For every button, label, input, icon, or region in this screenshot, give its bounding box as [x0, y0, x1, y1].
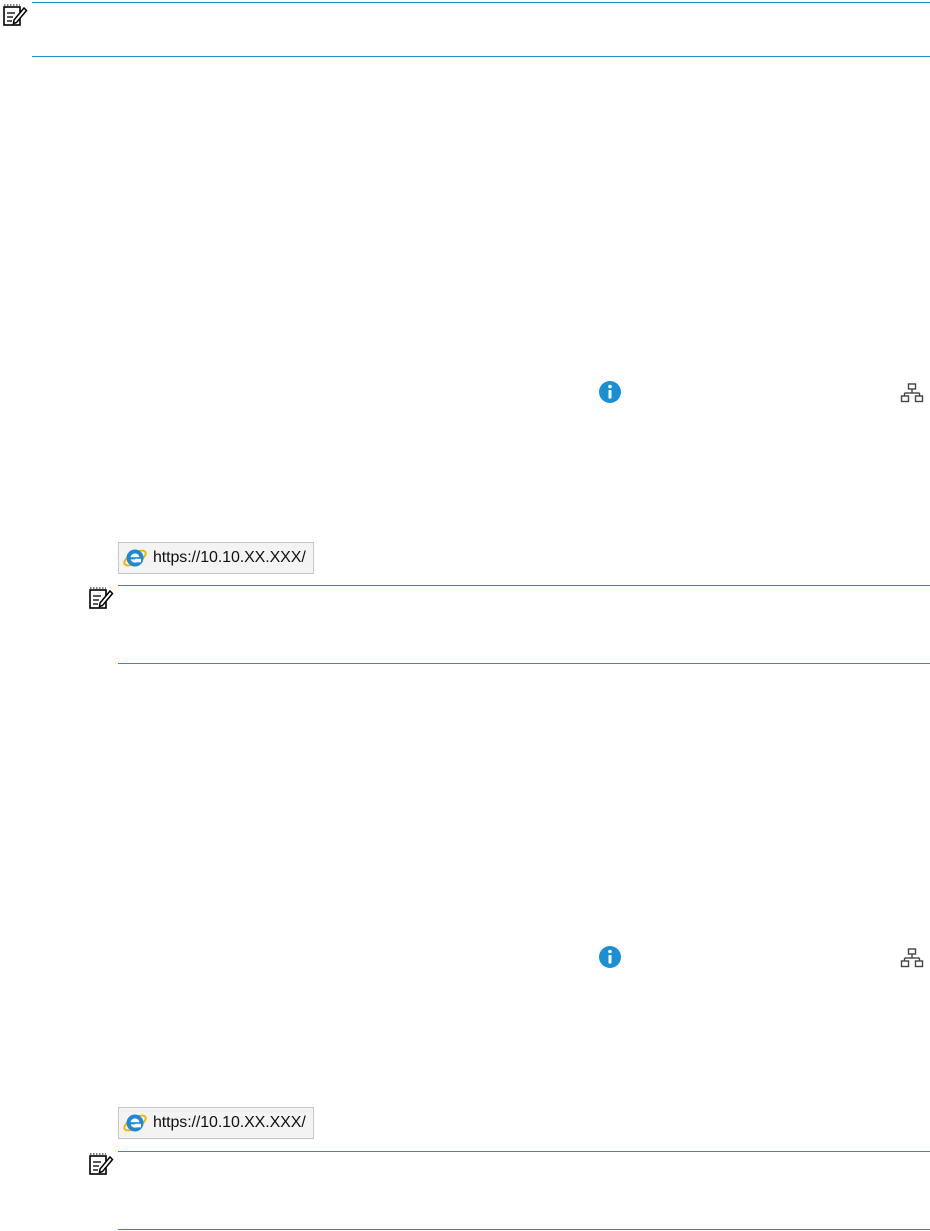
- address-bar: https://10.10.XX.XXX/: [118, 1107, 314, 1139]
- note-top-rule: [118, 1151, 930, 1152]
- info-icon: [599, 946, 621, 968]
- note-bottom-rule: [118, 1229, 930, 1230]
- note-bottom-rule: [118, 663, 930, 664]
- note-icon: [89, 587, 114, 609]
- info-icon: [599, 381, 621, 403]
- note-top-rule: [118, 585, 930, 586]
- note-top-rule: [32, 2, 930, 3]
- network-icon: [900, 948, 924, 968]
- address-bar-url: https://10.10.XX.XXX/: [153, 1114, 306, 1131]
- note-icon: [3, 4, 28, 26]
- internet-explorer-icon: [123, 1114, 147, 1132]
- note-bottom-rule: [32, 56, 930, 57]
- internet-explorer-icon: [123, 549, 147, 567]
- address-bar: https://10.10.XX.XXX/: [118, 542, 314, 574]
- network-icon: [900, 383, 924, 403]
- note-icon: [89, 1153, 114, 1175]
- address-bar-url: https://10.10.XX.XXX/: [153, 549, 306, 566]
